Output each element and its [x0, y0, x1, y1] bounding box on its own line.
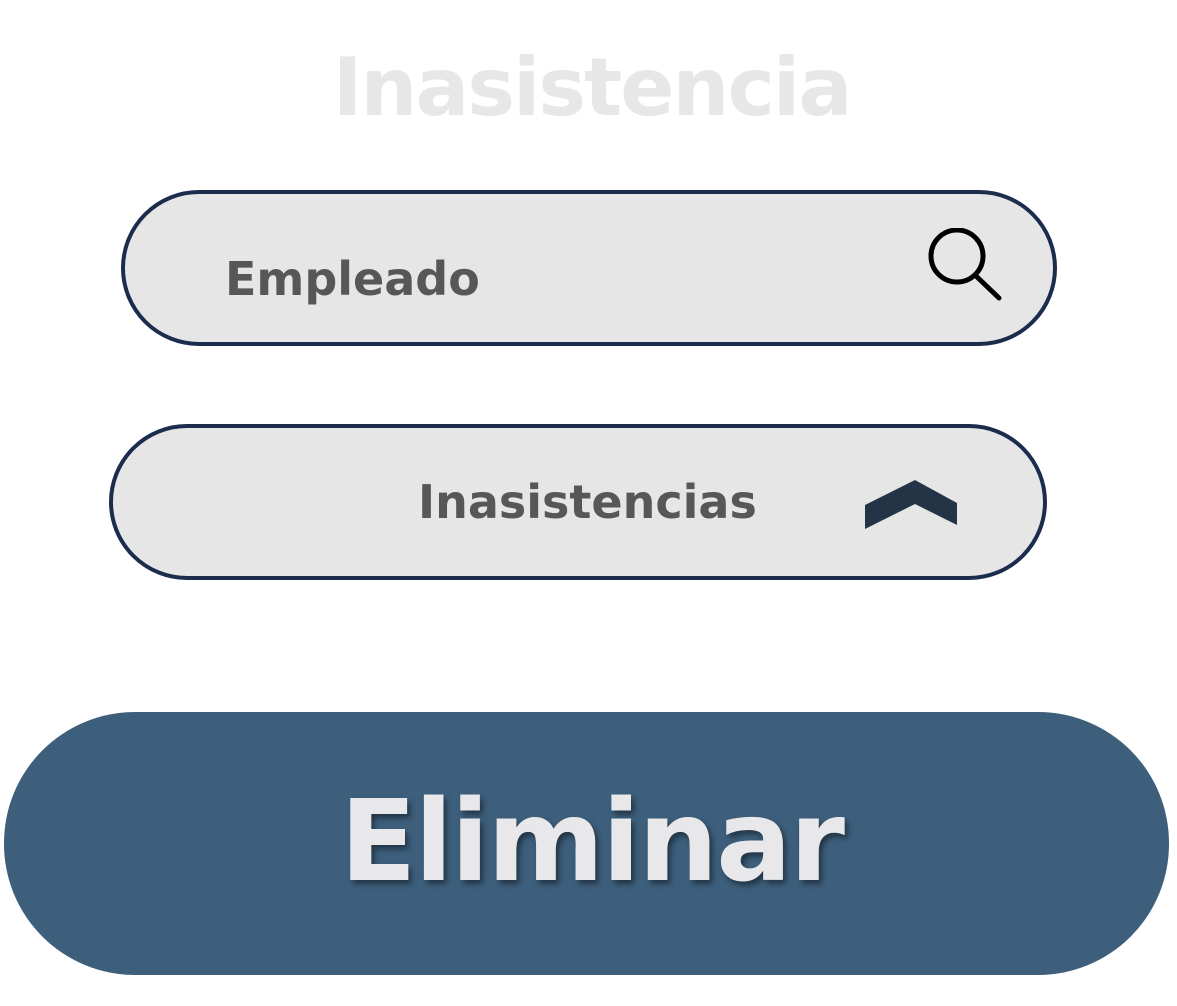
- employee-search-label: Empleado: [225, 252, 480, 306]
- employee-search-field[interactable]: Empleado: [121, 190, 1057, 346]
- search-icon[interactable]: [925, 227, 1015, 308]
- absence-type-dropdown[interactable]: Inasistencias: [109, 424, 1047, 580]
- chevron-up-icon[interactable]: [865, 478, 957, 532]
- page-title: Inasistencia: [332, 41, 853, 134]
- delete-button[interactable]: Eliminar: [4, 712, 1169, 975]
- absence-type-selected: Inasistencias: [418, 475, 757, 529]
- delete-button-label: Eliminar: [340, 777, 845, 907]
